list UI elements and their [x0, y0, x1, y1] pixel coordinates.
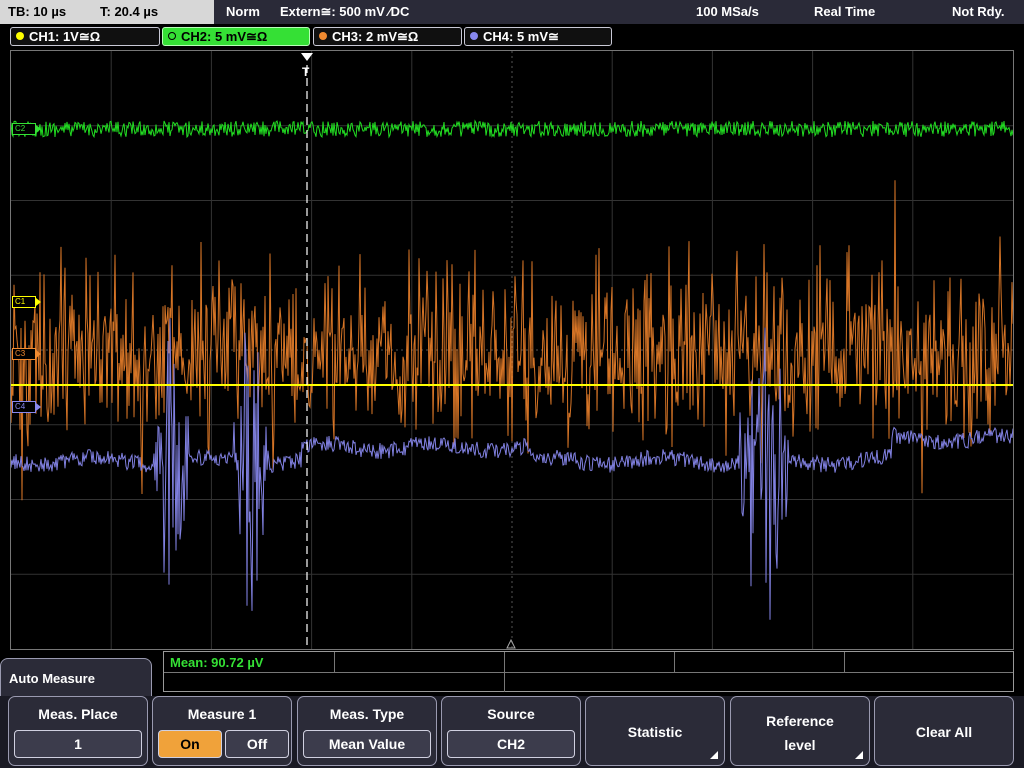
meas-type-label: Meas. Type	[329, 706, 405, 722]
trigger-mode[interactable]: Norm	[226, 4, 260, 19]
menu-title-tab: Auto Measure	[0, 658, 152, 696]
result-cell-divider	[674, 652, 675, 672]
ch1-dot-icon	[16, 32, 24, 40]
meas-type-softkey[interactable]: Meas. Type Mean Value	[297, 696, 437, 766]
meas-place-value[interactable]: 1	[14, 730, 142, 758]
acquisition-mode: Real Time	[814, 4, 876, 19]
source-softkey[interactable]: Source CH2	[441, 696, 581, 766]
meas-place-label: Meas. Place	[38, 706, 118, 722]
ch2-offset-marker[interactable]: C2	[12, 123, 41, 135]
result-cell-divider	[844, 652, 845, 672]
ch2-dot-icon	[168, 32, 176, 40]
measure1-softkey[interactable]: Measure 1 On Off	[152, 696, 292, 766]
waveform-canvas	[11, 51, 1013, 649]
measurement-results: Mean: 90.72 µV	[163, 651, 1014, 692]
tab-ch3[interactable]: CH3: 2 mV≅Ω	[313, 27, 462, 46]
ch4-label: CH4: 5 mV≅	[483, 29, 559, 44]
measure1-off-button[interactable]: Off	[225, 730, 289, 758]
ch4-offset-marker[interactable]: C4	[12, 401, 41, 413]
source-label: Source	[487, 706, 535, 722]
measure1-on-button[interactable]: On	[158, 730, 222, 758]
ch2-waveform	[11, 119, 1013, 139]
clear-all-softkey[interactable]: Clear All	[874, 696, 1014, 766]
tab-ch2[interactable]: CH2: 5 mV≅Ω	[162, 27, 310, 46]
statistic-label: Statistic	[627, 724, 683, 740]
ch3-dot-icon	[319, 32, 327, 40]
submenu-corner-icon	[710, 751, 718, 759]
statistic-softkey[interactable]: Statistic	[585, 696, 725, 766]
ch2-label: CH2: 5 mV≅Ω	[181, 29, 268, 44]
reference-label-line2: level	[784, 737, 816, 753]
graticule-grid	[11, 51, 1013, 649]
measure1-label: Measure 1	[187, 706, 257, 722]
meas-type-value[interactable]: Mean Value	[303, 730, 431, 758]
ch3-offset-marker[interactable]: C3	[12, 348, 41, 360]
meas-place-softkey[interactable]: Meas. Place 1	[8, 696, 148, 766]
ch1-label: CH1: 1V≅Ω	[29, 29, 101, 44]
source-value[interactable]: CH2	[447, 730, 575, 758]
mean-result: Mean: 90.72 µV	[170, 655, 264, 670]
ch4-dot-icon	[470, 32, 478, 40]
clear-all-label: Clear All	[915, 724, 973, 740]
status-bar: TB: 10 µs T: 20.4 µs Norm Extern≅: 500 m…	[0, 0, 1024, 24]
tab-ch1[interactable]: CH1: 1V≅Ω	[10, 27, 160, 46]
waveform-display[interactable]: C2 C1 C3 C4 T	[10, 50, 1014, 650]
softkey-menu: Meas. Place 1 Measure 1 On Off Meas. Typ…	[0, 696, 1024, 768]
ch1-offset-marker[interactable]: C1	[12, 296, 41, 308]
menu-title: Auto Measure	[9, 671, 95, 686]
center-marker-icon	[506, 638, 516, 649]
timebase-box[interactable]: TB: 10 µs T: 20.4 µs	[0, 0, 214, 24]
ch3-label: CH3: 2 mV≅Ω	[332, 29, 419, 44]
result-cell-divider	[334, 652, 335, 672]
reference-label-line1: Reference	[766, 713, 834, 729]
tab-ch4[interactable]: CH4: 5 mV≅	[464, 27, 612, 46]
sample-rate: 100 MSa/s	[696, 4, 759, 19]
acquisition-state: Not Rdy.	[952, 4, 1005, 19]
timebase-label: TB: 10 µs	[8, 4, 67, 19]
reference-level-softkey[interactable]: Reference level	[730, 696, 870, 766]
trigger-label: T	[302, 65, 310, 79]
trigger-time-label: T: 20.4 µs	[100, 4, 159, 19]
channel-bar: CH1: 1V≅Ω CH2: 5 mV≅Ω CH3: 2 mV≅Ω CH4: 5…	[0, 24, 1024, 48]
submenu-corner-icon	[855, 751, 863, 759]
result-row-divider	[164, 672, 1013, 673]
trigger-source[interactable]: Extern≅: 500 mV ⁄DC	[280, 4, 409, 20]
